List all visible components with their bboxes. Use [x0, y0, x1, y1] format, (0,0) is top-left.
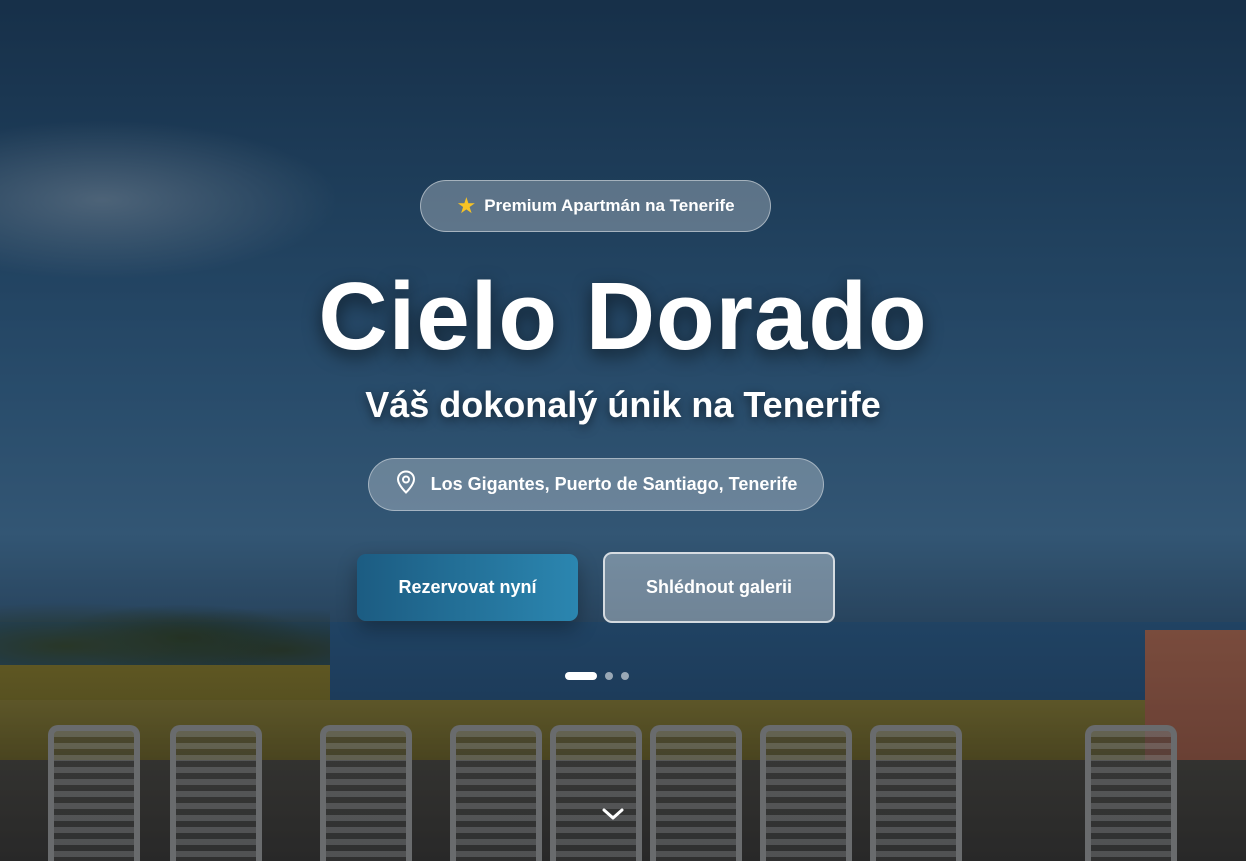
slider-dot-1[interactable]: [565, 672, 597, 680]
chevron-down-icon[interactable]: [600, 802, 626, 826]
star-icon: ★: [456, 193, 477, 218]
hero-section: ★ Premium Apartmán na Tenerife Cielo Dor…: [0, 0, 1246, 861]
slider-dot-3[interactable]: [621, 672, 629, 680]
premium-badge-label: Premium Apartmán na Tenerife: [484, 196, 735, 215]
location-label: Los Gigantes, Puerto de Santiago, Teneri…: [430, 474, 798, 494]
view-gallery-button[interactable]: Shlédnout galerii: [603, 552, 835, 623]
hero-content: ★ Premium Apartmán na Tenerife Cielo Dor…: [0, 0, 1246, 861]
page-subtitle: Váš dokonalý únik na Tenerife: [365, 384, 881, 425]
slider-dots: [565, 672, 629, 680]
map-pin-icon: [395, 470, 417, 499]
slider-dot-2[interactable]: [605, 672, 613, 680]
location-pill: Los Gigantes, Puerto de Santiago, Teneri…: [368, 458, 824, 511]
book-now-button[interactable]: Rezervovat nyní: [357, 554, 578, 621]
premium-badge: ★ Premium Apartmán na Tenerife: [420, 180, 771, 232]
page-title: Cielo Dorado: [318, 263, 928, 370]
